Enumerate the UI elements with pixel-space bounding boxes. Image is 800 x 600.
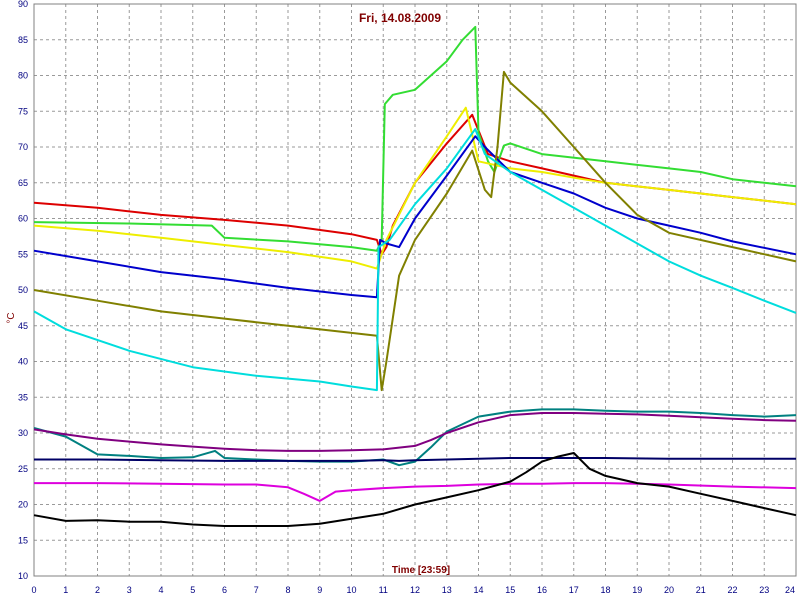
plot-background [0, 0, 800, 600]
x-tick-label-23: 23 [759, 585, 769, 595]
y-tick-label-55: 55 [18, 249, 28, 259]
x-tick-label-21: 21 [696, 585, 706, 595]
y-tick-label-75: 75 [18, 106, 28, 116]
x-tick-label-14: 14 [473, 585, 483, 595]
x-tick-label-13: 13 [442, 585, 452, 595]
y-tick-label-25: 25 [18, 464, 28, 474]
x-tick-label-3: 3 [127, 585, 132, 595]
y-tick-label-35: 35 [18, 392, 28, 402]
x-tick-label-19: 19 [632, 585, 642, 595]
y-tick-label-65: 65 [18, 178, 28, 188]
y-tick-label-90: 90 [18, 0, 28, 9]
y-tick-label-60: 60 [18, 214, 28, 224]
chart-title: Fri, 14.08.2009 [359, 11, 441, 25]
x-tick-label-9: 9 [317, 585, 322, 595]
x-tick-label-22: 22 [727, 585, 737, 595]
y-tick-label-40: 40 [18, 357, 28, 367]
x-tick-label-8: 8 [285, 585, 290, 595]
x-tick-label-12: 12 [410, 585, 420, 595]
x-tick-label-16: 16 [537, 585, 547, 595]
y-axis-label: °C [6, 312, 17, 323]
x-axis-label: Time [23:59] [392, 565, 450, 576]
y-tick-label-85: 85 [18, 35, 28, 45]
x-tick-label-6: 6 [222, 585, 227, 595]
x-tick-label-11: 11 [379, 585, 388, 595]
x-tick-label-5: 5 [190, 585, 195, 595]
y-tick-label-20: 20 [18, 500, 28, 510]
x-tick-label-15: 15 [505, 585, 515, 595]
y-tick-label-70: 70 [18, 142, 28, 152]
y-tick-label-30: 30 [18, 428, 28, 438]
x-tick-label-10: 10 [346, 585, 356, 595]
x-tick-label-24: 24 [785, 585, 795, 595]
y-tick-label-10: 10 [18, 571, 28, 581]
x-tick-label-20: 20 [664, 585, 674, 595]
y-tick-label-45: 45 [18, 321, 28, 331]
x-tick-label-17: 17 [569, 585, 579, 595]
x-tick-label-0: 0 [31, 585, 36, 595]
y-tick-label-50: 50 [18, 285, 28, 295]
y-tick-label-15: 15 [18, 535, 28, 545]
x-tick-label-4: 4 [158, 585, 163, 595]
x-tick-label-1: 1 [63, 585, 68, 595]
x-tick-label-18: 18 [600, 585, 610, 595]
x-tick-label-2: 2 [95, 585, 100, 595]
y-tick-label-80: 80 [18, 71, 28, 81]
temperature-chart: 1015202530354045505560657075808590 01234… [0, 0, 800, 600]
x-tick-label-7: 7 [254, 585, 259, 595]
